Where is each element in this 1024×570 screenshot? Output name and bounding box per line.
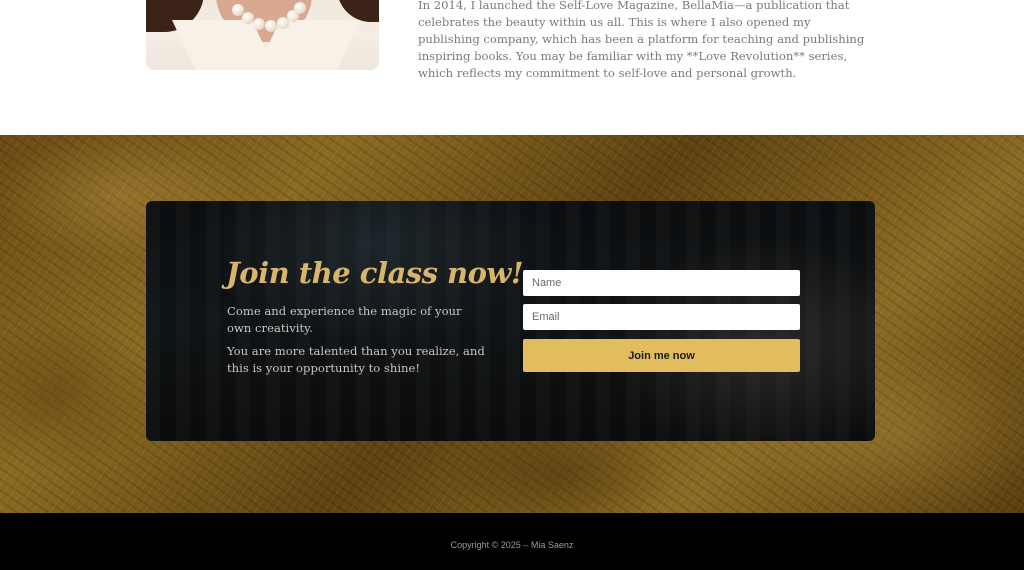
signup-text-2: You are more talented than you realize, …: [227, 344, 485, 375]
footer: Copyright © 2025 – Mia Saenz: [0, 513, 1024, 570]
signup-text-1: Come and experience the magic of your ow…: [227, 304, 462, 335]
signup-title: Join the class now!: [226, 256, 524, 290]
name-input[interactable]: [523, 270, 800, 296]
email-input[interactable]: [523, 304, 800, 330]
signup-card: Join the class now! Come and experience …: [146, 201, 875, 441]
join-me-now-button[interactable]: Join me now: [523, 339, 800, 372]
about-paragraph: In 2014, I launched the Self-Love Magazi…: [418, 0, 865, 80]
pearl-necklace-icon: [232, 2, 306, 42]
signup-section: Join the class now! Come and experience …: [0, 135, 1024, 513]
copyright-text: Copyright © 2025 – Mia Saenz: [450, 540, 574, 550]
about-section: In 2014, I launched the Self-Love Magazi…: [0, 0, 1024, 135]
portrait-photo: [146, 0, 379, 70]
portrait-hair-right: [337, 0, 379, 22]
